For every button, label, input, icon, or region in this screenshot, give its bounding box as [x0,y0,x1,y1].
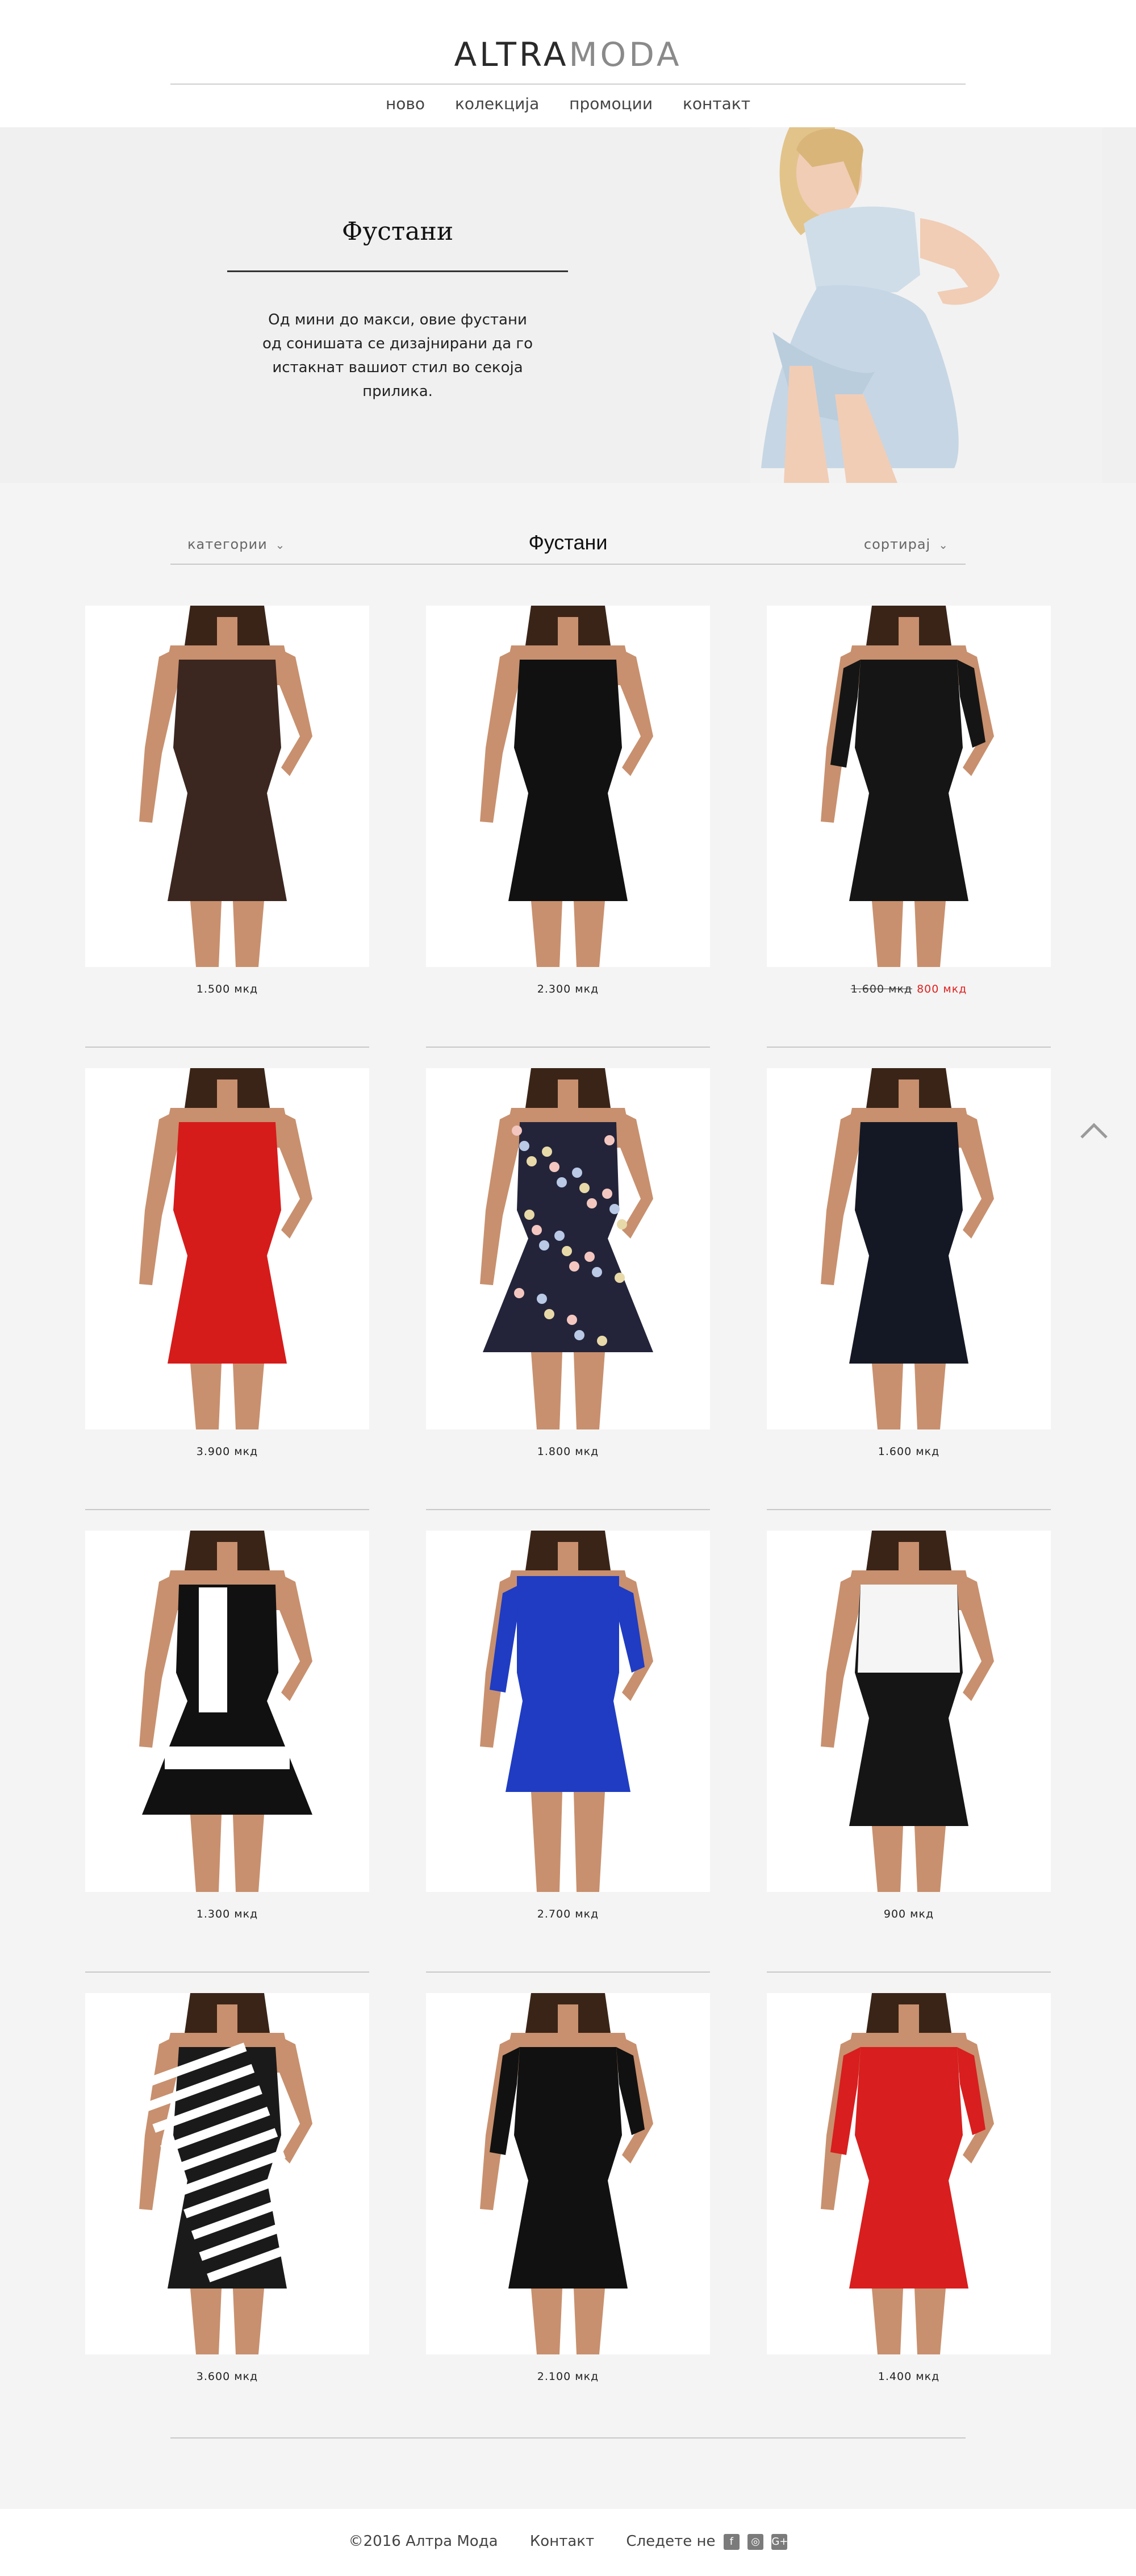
brand-name-part2: MODA [569,35,682,74]
product-card[interactable]: 1.400 мкд [767,1971,1051,2383]
follow-label: Следете не [626,2533,716,2550]
nav-item-collection[interactable]: колекција [455,94,539,113]
hero-description: Од мини до макси, овие фустани од сониша… [262,311,533,400]
product-card[interactable]: 1.600 мкд [767,1047,1051,1458]
product-card[interactable]: 2.700 мкд [426,1509,710,1920]
nav-item-new[interactable]: ново [386,94,425,113]
product-image[interactable] [426,1068,710,1429]
chevron-up-icon [1080,1123,1108,1139]
product-image[interactable] [426,606,710,967]
section-title: Фустани [528,531,608,554]
product-divider [767,1971,1051,1973]
copyright: ©2016 Алтра Мода [348,2533,498,2550]
chevron-down-icon: ⌄ [938,538,949,552]
product-divider [426,1047,710,1048]
product-price: 3.600 мкд [196,2370,258,2383]
google-plus-icon[interactable]: G+ [771,2533,788,2550]
product-image[interactable] [85,1531,369,1892]
follow-us: Следете не f ◎ G+ [626,2533,788,2550]
product-price: 2.100 мкд [537,2370,599,2383]
product-card[interactable]: 2.100 мкд [426,1971,710,2383]
product-image[interactable] [85,606,369,967]
product-card[interactable]: 1.500 мкд [85,606,369,995]
sort-label: сортирај [863,536,931,552]
instagram-icon[interactable]: ◎ [747,2533,764,2550]
product-image[interactable] [426,1993,710,2354]
product-image[interactable] [767,1531,1051,1892]
product-price: 2.300 мкд [537,983,599,995]
bottom-divider [170,2437,966,2439]
brand-logo[interactable]: ALTRAMODA [0,35,1136,74]
product-divider [85,1047,369,1048]
nav-item-promotions[interactable]: промоции [569,94,653,113]
old-price: 1.600 мкд [850,983,913,995]
product-image[interactable] [85,1068,369,1429]
product-card[interactable]: 900 мкд [767,1509,1051,1920]
header-divider [170,84,966,85]
footer-contact-link[interactable]: Контакт [530,2533,594,2550]
product-divider [426,1509,710,1510]
nav-item-contact[interactable]: контакт [683,94,750,113]
product-divider [426,1971,710,1973]
product-divider [767,1509,1051,1510]
product-card[interactable]: 1.600 мкд 800 мкд [767,606,1051,995]
hero-title: Фустани [341,217,454,246]
product-price: 1.400 мкд [878,2370,940,2383]
product-price: 1.600 мкд [878,1445,940,1458]
product-price: 1.500 мкд [196,983,258,995]
product-image[interactable] [426,1531,710,1892]
product-image[interactable] [767,1993,1051,2354]
site-header: ALTRAMODA ново колекција промоции контак… [0,0,1136,127]
back-to-top-button[interactable] [1077,1115,1111,1149]
product-card[interactable]: 1.300 мкд [85,1509,369,1920]
product-image[interactable] [767,1068,1051,1429]
product-price: 1.300 мкд [196,1908,258,1920]
facebook-icon[interactable]: f [723,2533,740,2550]
product-price: 1.600 мкд 800 мкд [767,983,1051,995]
product-card[interactable]: 2.300 мкд [426,606,710,995]
product-price: 2.700 мкд [537,1908,599,1920]
product-divider [85,1509,369,1510]
product-image[interactable] [767,606,1051,967]
hero-banner: Фустани Од мини до макси, овие фустани о… [0,127,1136,483]
main-nav: ново колекција промоции контакт [0,94,1136,113]
sort-dropdown[interactable]: сортирај ⌄ [864,536,949,552]
product-divider [85,1971,369,1973]
filter-bar: категории ⌄ Фустани сортирај ⌄ [170,528,966,565]
product-divider [767,1047,1051,1048]
product-card[interactable]: 3.600 мкд [85,1971,369,2383]
product-card[interactable]: 1.800 мкд [426,1047,710,1458]
product-price: 3.900 мкд [196,1445,258,1458]
hero-divider [227,270,568,272]
product-price: 1.800 мкд [537,1445,599,1458]
product-image[interactable] [85,1993,369,2354]
brand-name-part1: ALTRA [454,35,569,74]
hero-model-image [750,127,1102,483]
product-price: 900 мкд [883,1908,934,1920]
product-card[interactable]: 3.900 мкд [85,1047,369,1458]
site-footer: ©2016 Алтра Мода Контакт Следете не f ◎ … [0,2509,1136,2576]
sale-price: 800 мкд [917,983,967,995]
